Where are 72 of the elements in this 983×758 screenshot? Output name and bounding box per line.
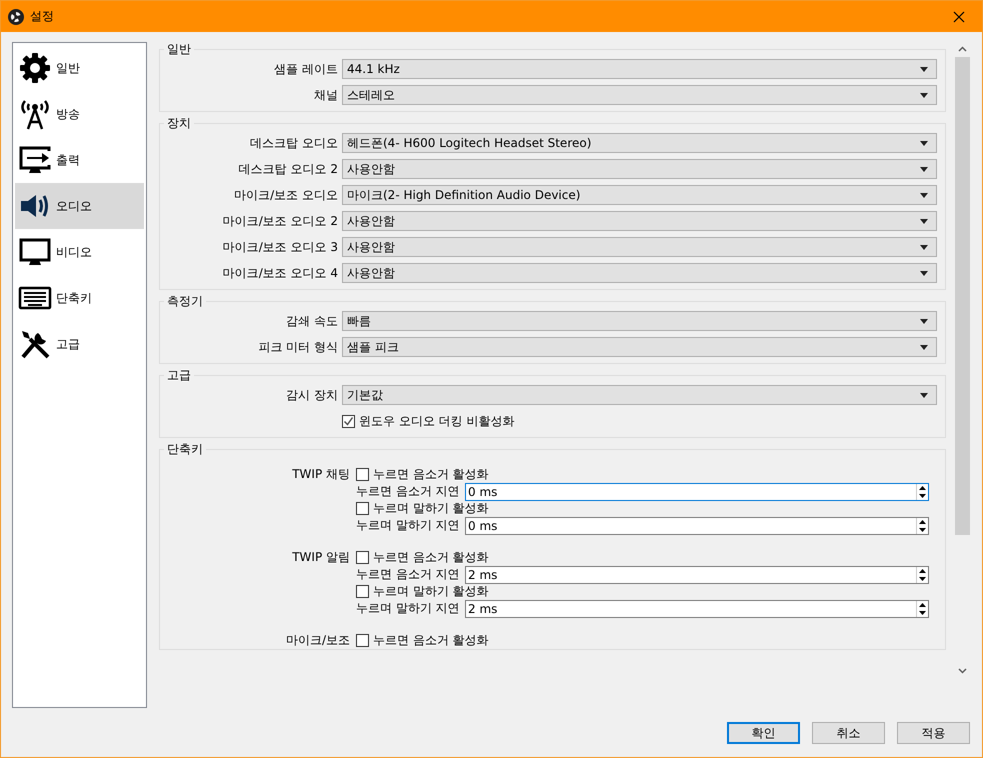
scroll-up-icon[interactable] — [958, 46, 967, 52]
checkmark-icon — [343, 416, 354, 426]
field-label: 마이크/보조 오디오 — [233, 186, 338, 204]
hotkey-label: 마이크/보조 — [284, 632, 351, 649]
dropdown[interactable]: 사용안함 — [342, 159, 937, 179]
app-icon — [8, 8, 24, 24]
spin-box[interactable]: 0 ms — [465, 516, 929, 534]
field-label: 데스크탑 오디오 — [249, 134, 338, 152]
field-label: 채널 — [313, 86, 338, 104]
dropdown[interactable]: 기본값 — [342, 385, 937, 405]
field-label: 누르면 음소거 지연 — [356, 566, 461, 583]
checkbox[interactable]: 누르면 음소거 활성화 — [356, 549, 929, 566]
field-label: 감쇄 속도 — [285, 312, 338, 330]
dialog-button[interactable]: 확인 — [727, 722, 800, 744]
window-title: 설정 — [30, 8, 54, 25]
sidebar-item[interactable]: 고급 — [15, 321, 144, 367]
field-label: 누르며 말하기 지연 — [356, 600, 461, 617]
spin-box[interactable]: 0 ms — [465, 482, 929, 500]
checkbox[interactable]: 누르며 말하기 활성화 — [356, 500, 929, 517]
checkbox[interactable]: 누르면 음소거 활성화 — [356, 466, 929, 483]
caret-icon — [920, 66, 928, 72]
dropdown[interactable]: 사용안함 — [342, 211, 937, 231]
sidebar-item[interactable]: 일반 — [15, 45, 144, 91]
caret-icon — [920, 392, 928, 398]
checkbox[interactable]: 누르면 음소거 활성화 — [356, 632, 929, 649]
sidebar-item[interactable]: 단축키 — [15, 275, 144, 321]
dropdown[interactable]: 마이크(2- High Definition Audio Device) — [342, 185, 937, 205]
dialog-button[interactable]: 취소 — [812, 722, 885, 744]
close-icon — [953, 10, 965, 22]
caret-icon — [920, 92, 928, 98]
caret-icon — [920, 318, 928, 324]
field-label: 감시 장치 — [285, 386, 338, 404]
field-label: 샘플 레이트 — [273, 60, 338, 78]
dialog-button[interactable]: 적용 — [897, 722, 970, 744]
field-label: 누르면 음소거 지연 — [356, 483, 461, 500]
sidebar-item[interactable]: 출력 — [15, 137, 144, 183]
field-label: 마이크/보조 오디오 4 — [222, 264, 338, 282]
field-label: 피크 미터 형식 — [257, 338, 338, 356]
caret-icon — [920, 218, 928, 224]
dropdown[interactable]: 사용안함 — [342, 237, 937, 257]
section-title: 장치 — [166, 116, 192, 130]
field-label: 마이크/보조 오디오 3 — [222, 238, 338, 256]
section-title: 측정기 — [166, 294, 204, 308]
dropdown[interactable]: 샘플 피크 — [342, 337, 937, 357]
sidebar-item[interactable]: 방송 — [15, 91, 144, 137]
dropdown[interactable]: 사용안함 — [342, 263, 937, 283]
dropdown[interactable]: 빠름 — [342, 311, 937, 331]
spin-box[interactable]: 2 ms — [465, 600, 929, 618]
checkbox[interactable]: 누르며 말하기 활성화 — [356, 583, 929, 600]
sidebar-item[interactable]: 비디오 — [15, 229, 144, 275]
spin-box[interactable]: 2 ms — [465, 566, 929, 584]
checkbox[interactable]: 윈도우 오디오 더킹 비활성화 — [342, 412, 514, 430]
caret-icon — [920, 344, 928, 350]
caret-icon — [920, 244, 928, 250]
field-label: 데스크탑 오디오 2 — [238, 160, 338, 178]
hotkey-label: TWIP 채팅 — [291, 466, 351, 483]
section-title: 고급 — [166, 368, 192, 382]
section-title: 단축키 — [166, 442, 204, 456]
scroll-down-icon[interactable] — [958, 668, 967, 674]
caret-icon — [920, 270, 928, 276]
caret-icon — [920, 166, 928, 172]
hotkey-label: TWIP 알림 — [291, 549, 351, 566]
gear-icon — [18, 51, 52, 85]
dropdown[interactable]: 헤드폰(4- H600 Logitech Headset Stereo) — [342, 133, 937, 153]
caret-icon — [920, 192, 928, 198]
dropdown[interactable]: 44.1 kHz — [342, 59, 937, 79]
section-title: 일반 — [166, 42, 192, 56]
field-label: 마이크/보조 오디오 2 — [222, 212, 338, 230]
dropdown[interactable]: 스테레오 — [342, 85, 937, 105]
sidebar-item[interactable]: 오디오 — [15, 183, 144, 229]
field-label: 누르며 말하기 지연 — [356, 517, 461, 534]
caret-icon — [920, 140, 928, 146]
